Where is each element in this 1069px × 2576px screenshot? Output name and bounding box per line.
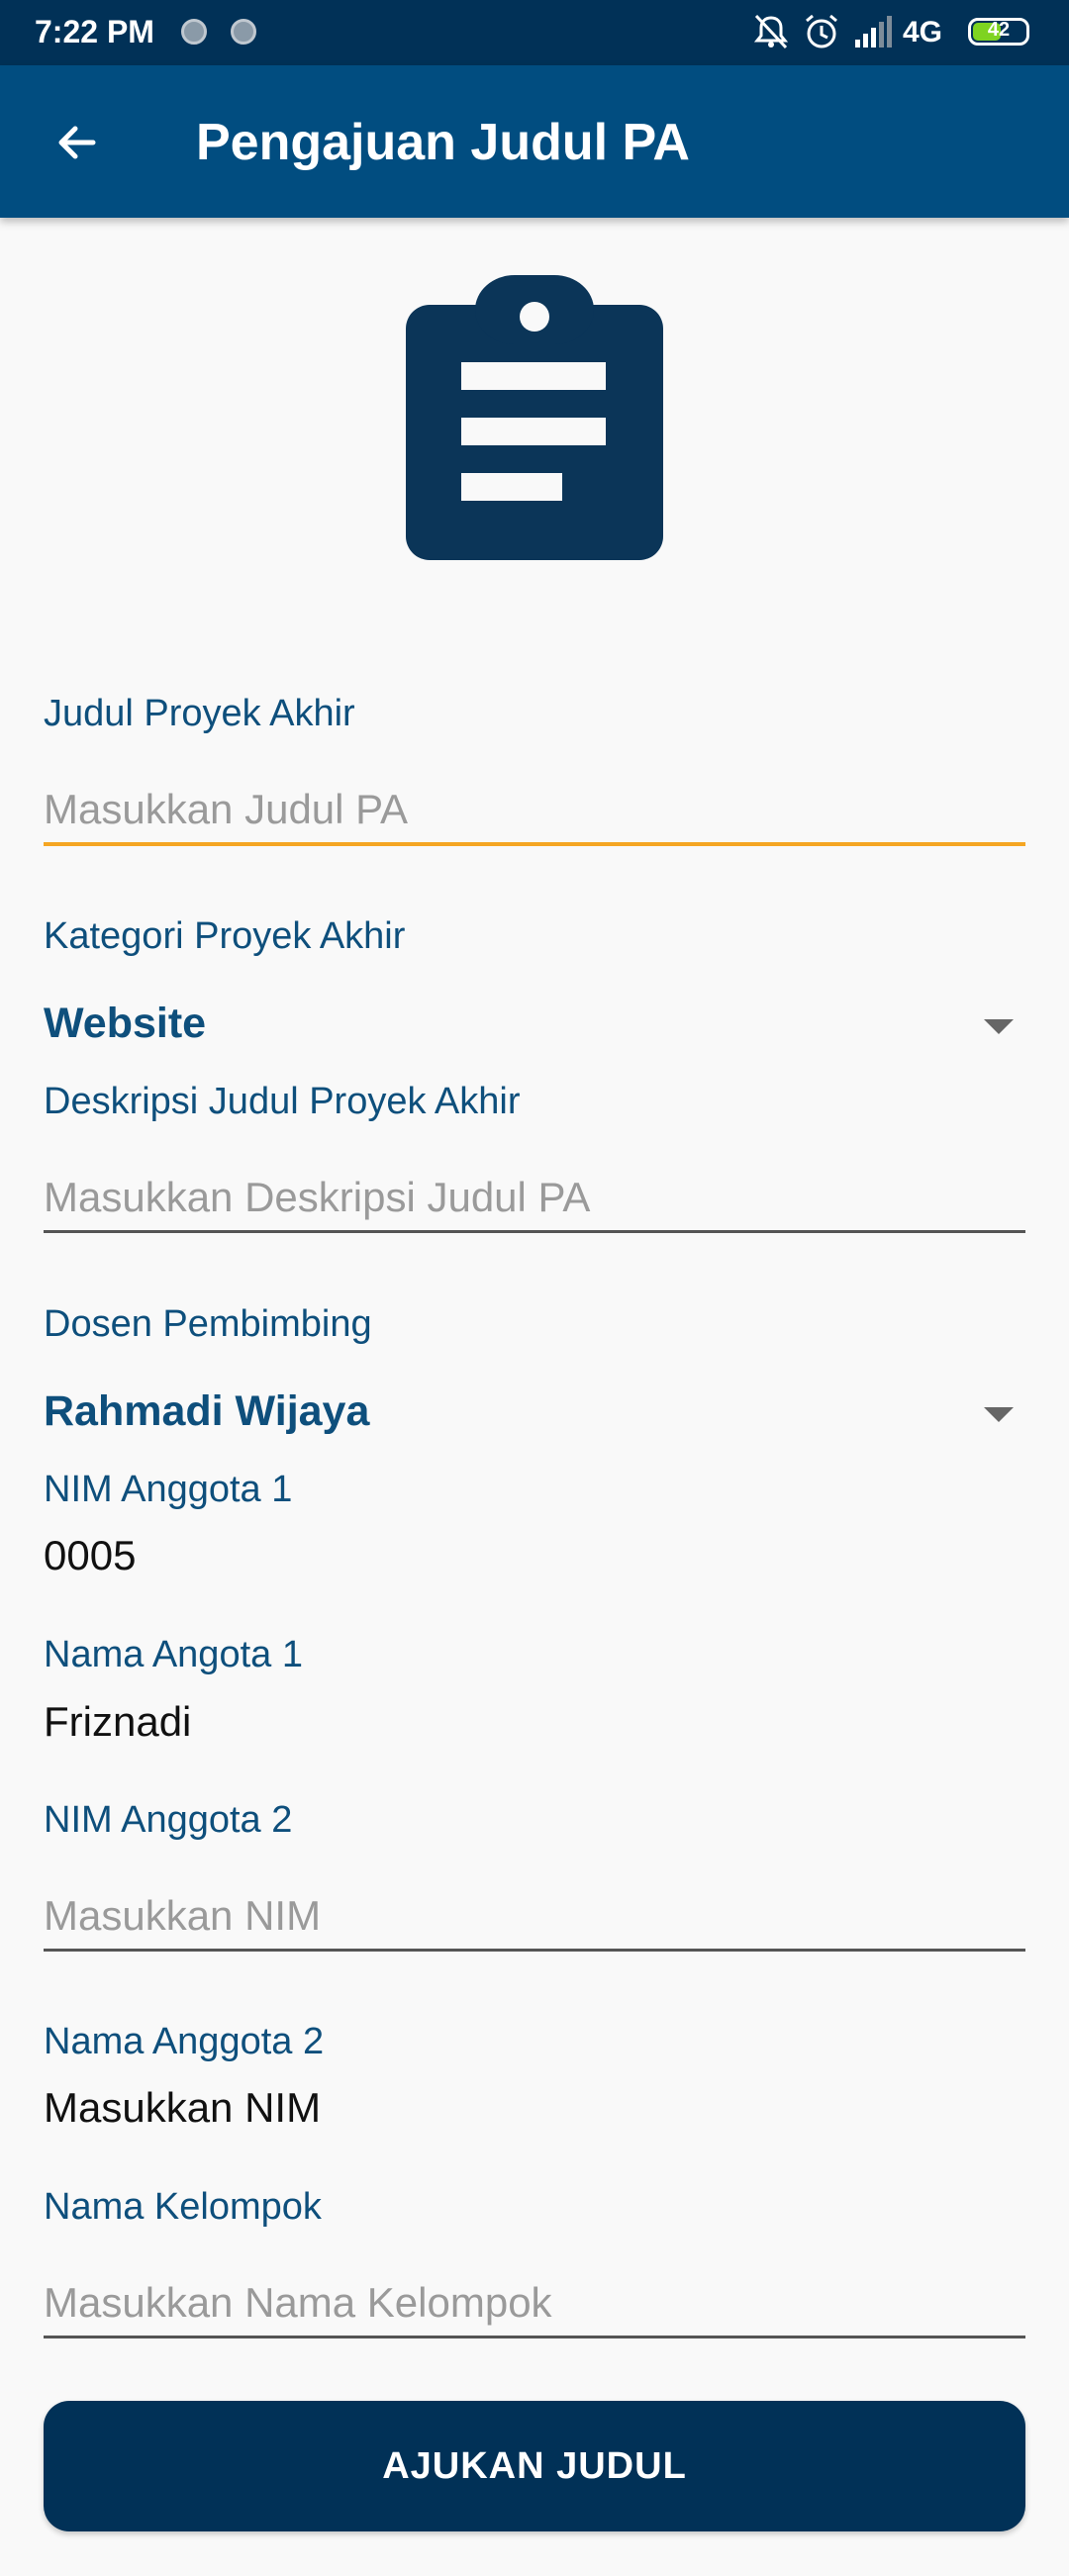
- kelompok-input[interactable]: [44, 2269, 1025, 2338]
- battery-level: 42: [987, 19, 1011, 41]
- status-bar: 7:22 PM 4G 42: [0, 0, 1069, 65]
- page-title: Pengajuan Judul PA: [196, 114, 690, 171]
- battery-icon: 42: [968, 18, 1029, 46]
- nim2-input[interactable]: [44, 1882, 1025, 1952]
- nim1-value: 0005: [44, 1532, 137, 1578]
- judul-label: Judul Proyek Akhir: [44, 693, 355, 734]
- nama1-label: Nama Angota 1: [44, 1634, 303, 1675]
- arrow-left-icon[interactable]: [49, 115, 105, 170]
- ajukan-judul-button[interactable]: AJUKAN JUDUL: [44, 2401, 1025, 2531]
- nim2-label: NIM Anggota 2: [44, 1799, 293, 1841]
- deskripsi-input[interactable]: [44, 1164, 1025, 1233]
- nama1-value: Friznadi: [44, 1698, 192, 1745]
- status-time: 7:22 PM: [35, 14, 154, 49]
- app-bar: Pengajuan Judul PA: [0, 65, 1069, 218]
- network-type: 4G: [903, 16, 943, 48]
- deskripsi-label: Deskripsi Judul Proyek Akhir: [44, 1081, 521, 1122]
- dosen-selected: Rahmadi Wijaya: [44, 1387, 370, 1435]
- kategori-label: Kategori Proyek Akhir: [44, 915, 406, 957]
- kategori-selected: Website: [44, 1000, 207, 1047]
- kelompok-label: Nama Kelompok: [44, 2186, 322, 2228]
- kategori-dropdown[interactable]: Website: [44, 992, 1025, 1061]
- nim1-label: NIM Anggota 1: [44, 1469, 293, 1510]
- mute-notification-icon: [753, 14, 789, 49]
- notification-icon: [231, 19, 256, 45]
- dosen-label: Dosen Pembimbing: [44, 1303, 372, 1345]
- judul-input[interactable]: [44, 777, 1025, 846]
- clipboard-icon: [406, 275, 663, 560]
- nama2-label: Nama Anggota 2: [44, 2021, 325, 2062]
- dropdown-arrow-icon: [984, 1019, 1014, 1034]
- notification-icon: [181, 19, 207, 45]
- alarm-icon: [806, 14, 837, 48]
- signal-icon: [855, 16, 892, 48]
- dropdown-arrow-icon: [984, 1407, 1014, 1422]
- dosen-dropdown[interactable]: Rahmadi Wijaya: [44, 1380, 1025, 1449]
- nama2-value: Masukkan NIM: [44, 2084, 322, 2131]
